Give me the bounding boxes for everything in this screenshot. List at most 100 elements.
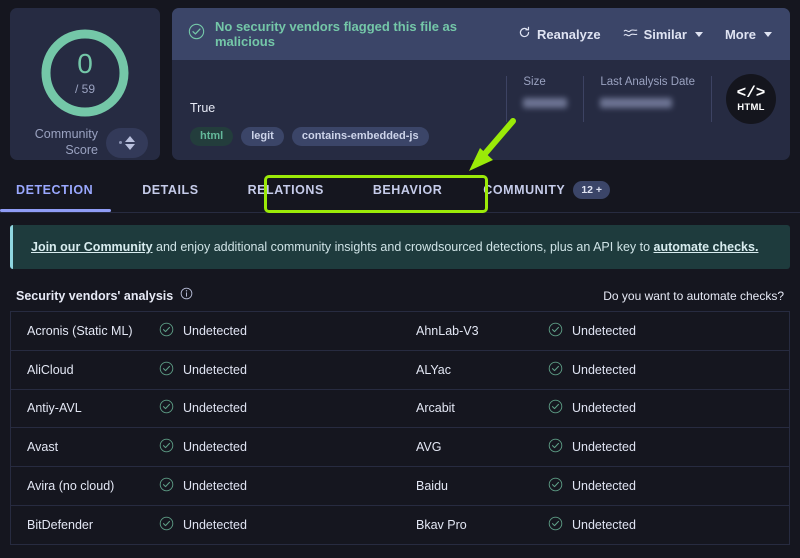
vendor-cell: AliCloud Undetected bbox=[11, 361, 400, 379]
score-label-line2: Score bbox=[65, 142, 98, 157]
vote-arrows-icon[interactable] bbox=[125, 135, 135, 150]
vendor-status: Undetected bbox=[159, 438, 247, 456]
tab-details-label: DETAILS bbox=[142, 183, 199, 197]
vendor-cell: BitDefender Undetected bbox=[11, 516, 400, 534]
vendor-status: Undetected bbox=[159, 516, 247, 534]
tag-legit[interactable]: legit bbox=[241, 127, 284, 146]
vendor-name: Antiy-AVL bbox=[27, 401, 82, 416]
verdict-bar: No security vendors flagged this file as… bbox=[172, 8, 790, 60]
tab-details[interactable]: DETAILS bbox=[142, 168, 198, 212]
more-button[interactable]: More bbox=[725, 27, 772, 42]
vendor-name: Avast bbox=[27, 440, 59, 455]
vendor-status: Undetected bbox=[548, 361, 636, 379]
vendor-status-label: Undetected bbox=[183, 440, 247, 455]
vendor-status: Undetected bbox=[159, 322, 247, 340]
verdict-actions: Reanalyze Similar More bbox=[518, 26, 772, 42]
check-circle-icon bbox=[548, 361, 563, 379]
table-row: AliCloud Undetected ALYac Undetected bbox=[11, 351, 789, 390]
vendor-cell: Arcabit Undetected bbox=[400, 399, 789, 417]
score-label-line1: Community bbox=[34, 127, 98, 141]
vendor-status-label: Undetected bbox=[572, 517, 636, 532]
similar-waves-icon bbox=[623, 26, 638, 42]
check-circle-icon bbox=[159, 399, 174, 417]
tag-html[interactable]: html bbox=[190, 127, 234, 146]
file-hash-redacted[interactable] bbox=[190, 76, 510, 87]
vendor-name: AhnLab-V3 bbox=[416, 323, 479, 338]
security-vendors-table: Acronis (Static ML) Undetected AhnLab-V3… bbox=[10, 312, 790, 545]
vendor-status-label: Undetected bbox=[572, 479, 636, 494]
vendor-cell: AVG Undetected bbox=[400, 438, 789, 456]
tab-relations[interactable]: RELATIONS bbox=[248, 168, 324, 212]
vendor-cell: Antiy-AVL Undetected bbox=[11, 399, 400, 417]
vendor-cell: ALYac Undetected bbox=[400, 361, 789, 379]
file-type-label: HTML bbox=[737, 102, 765, 113]
tab-bar: DETECTION DETAILS RELATIONS BEHAVIOR COM… bbox=[0, 168, 800, 213]
file-summary-card: No security vendors flagged this file as… bbox=[172, 8, 790, 160]
score-denominator: / 59 bbox=[74, 82, 95, 96]
similar-button[interactable]: Similar bbox=[623, 26, 703, 42]
vendor-status-label: Undetected bbox=[572, 440, 636, 455]
vendor-status: Undetected bbox=[548, 516, 636, 534]
join-community-link[interactable]: Join our Community bbox=[31, 240, 153, 254]
refresh-icon bbox=[518, 26, 531, 42]
file-tags: html legit contains-embedded-js bbox=[190, 127, 506, 146]
check-circle-icon bbox=[548, 438, 563, 456]
size-value-redacted bbox=[523, 98, 568, 108]
tab-detection[interactable]: DETECTION bbox=[0, 168, 112, 212]
community-score-card: 0 / 59 Community Score bbox=[10, 8, 160, 160]
tab-behavior[interactable]: BEHAVIOR bbox=[373, 168, 442, 212]
vendor-status: Undetected bbox=[548, 477, 636, 495]
vendor-status-label: Undetected bbox=[572, 401, 636, 416]
report-header: 0 / 59 Community Score No security vendo… bbox=[0, 0, 800, 160]
chevron-up-icon[interactable] bbox=[125, 135, 135, 142]
vendor-name: AliCloud bbox=[27, 362, 74, 377]
vendor-name: BitDefender bbox=[27, 517, 94, 532]
automate-checks-question: Do you want to automate checks? bbox=[603, 288, 784, 303]
file-type-badge: </> HTML bbox=[726, 74, 776, 124]
virustotal-file-report-page: 0 / 59 Community Score No security vendo… bbox=[0, 0, 800, 558]
vendor-cell: Acronis (Static ML) Undetected bbox=[11, 322, 400, 340]
check-circle-icon bbox=[548, 516, 563, 534]
more-label: More bbox=[724, 26, 756, 42]
similar-label: Similar bbox=[643, 26, 687, 42]
table-row: Avira (no cloud) Undetected Baidu Undete… bbox=[11, 467, 789, 506]
vendor-name: AVG bbox=[416, 440, 442, 455]
table-row: Antiy-AVL Undetected Arcabit Undetected bbox=[11, 390, 789, 429]
tag-contains-embedded-js[interactable]: contains-embedded-js bbox=[291, 127, 429, 146]
community-score-donut: 0 / 59 bbox=[37, 25, 133, 121]
check-circle-icon bbox=[159, 361, 174, 379]
vendor-status-label: Undetected bbox=[183, 479, 247, 494]
vendor-status-label: Undetected bbox=[572, 362, 636, 377]
code-brackets-icon: </> bbox=[736, 84, 766, 102]
table-row: Avast Undetected AVG Undetected bbox=[11, 428, 789, 468]
vendor-status: Undetected bbox=[548, 438, 636, 456]
vendor-status: Undetected bbox=[548, 322, 636, 340]
community-vote-stepper[interactable] bbox=[106, 127, 148, 158]
check-circle-icon bbox=[159, 438, 174, 456]
check-circle-icon bbox=[159, 477, 174, 495]
tab-community[interactable]: COMMUNITY 12 + bbox=[483, 168, 611, 212]
check-circle-icon bbox=[548, 477, 563, 495]
vote-dot-icon bbox=[119, 141, 122, 145]
tab-community-label: COMMUNITY bbox=[483, 183, 566, 197]
check-circle-icon bbox=[159, 322, 174, 340]
size-label: Size bbox=[523, 76, 546, 88]
vendor-status-label: Undetected bbox=[183, 401, 247, 416]
vendor-cell: Baidu Undetected bbox=[400, 477, 789, 495]
divider bbox=[711, 76, 712, 122]
banner-body: and enjoy additional community insights … bbox=[152, 240, 654, 254]
tab-behavior-label: BEHAVIOR bbox=[372, 183, 443, 197]
last-analysis-date-value-redacted bbox=[600, 98, 673, 108]
file-name: True bbox=[190, 101, 216, 115]
chevron-down-icon[interactable] bbox=[125, 143, 135, 150]
automate-checks-link[interactable]: automate checks. bbox=[654, 240, 759, 254]
info-icon[interactable] bbox=[180, 287, 193, 305]
last-analysis-date-meta: Last Analysis Date bbox=[584, 76, 711, 108]
vendor-name: Baidu bbox=[416, 479, 448, 494]
reanalyze-button[interactable]: Reanalyze bbox=[518, 26, 601, 42]
vendor-cell: AhnLab-V3 Undetected bbox=[400, 322, 789, 340]
vendor-status-label: Undetected bbox=[183, 323, 247, 338]
vendor-status: Undetected bbox=[548, 399, 636, 417]
vendor-status: Undetected bbox=[159, 399, 247, 417]
file-details: True html legit contains-embedded-js Siz… bbox=[172, 60, 790, 160]
